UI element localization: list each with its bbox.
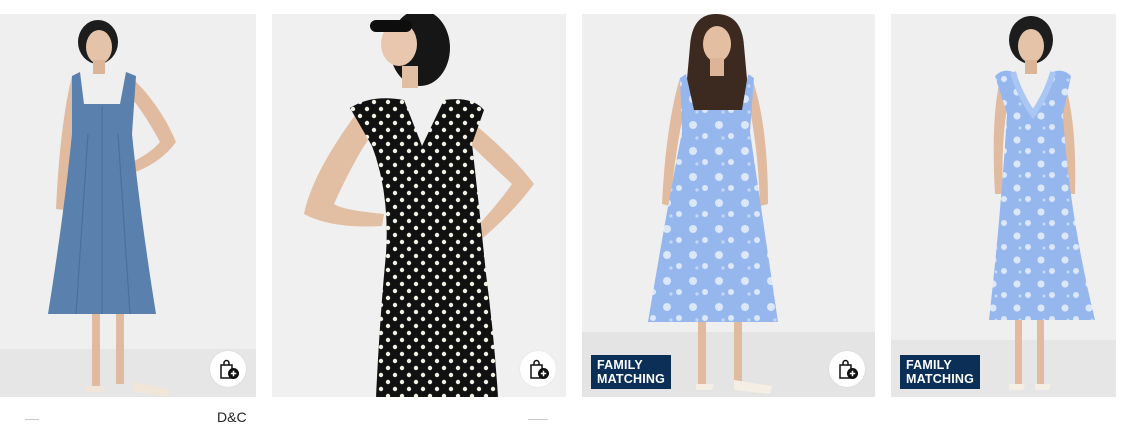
badge-line-1: FAMILY (906, 358, 952, 372)
product-card-floral-ruffle-dress[interactable]: FAMILY MATCHING (891, 14, 1116, 397)
shopping-bag-plus-icon (839, 359, 858, 379)
add-to-bag-button[interactable] (829, 351, 865, 387)
color-swatch-placeholder (528, 419, 548, 420)
product-card-polka-dot-dress[interactable] (272, 14, 566, 397)
product-image-floral-dress[interactable] (582, 14, 875, 397)
family-matching-badge: FAMILY MATCHING (591, 355, 672, 389)
add-to-bag-button[interactable] (210, 351, 246, 387)
shopping-bag-plus-icon (220, 359, 239, 379)
badge-line-2: MATCHING (597, 372, 666, 386)
product-image-floral-ruffle-dress[interactable] (891, 14, 1116, 397)
badge-line-2: MATCHING (906, 372, 975, 386)
add-to-bag-button[interactable] (520, 351, 556, 387)
product-image-denim-dress[interactable] (0, 14, 256, 397)
shopping-bag-plus-icon (530, 359, 549, 379)
brand-label: D&C (217, 409, 247, 425)
family-matching-badge: FAMILY MATCHING (900, 355, 981, 389)
product-card-denim-dress[interactable] (0, 14, 256, 397)
product-image-polka-dot-dress[interactable] (272, 14, 566, 397)
badge-line-1: FAMILY (597, 358, 643, 372)
product-card-floral-dress[interactable]: FAMILY MATCHING (582, 14, 875, 397)
color-swatch-placeholder (25, 419, 39, 420)
